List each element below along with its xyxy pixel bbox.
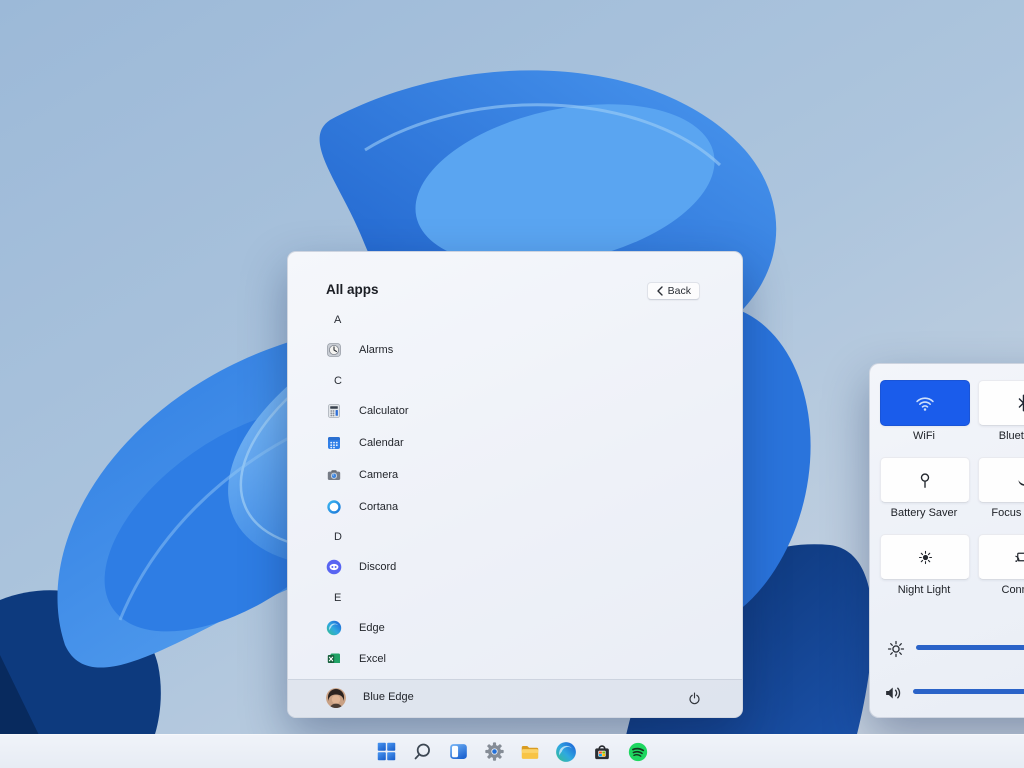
app-label: Excel: [359, 651, 386, 663]
app-row-alarms[interactable]: Alarms: [326, 342, 730, 358]
back-button[interactable]: Back: [647, 282, 700, 300]
section-letter[interactable]: C: [328, 373, 342, 389]
app-label: Camera: [359, 467, 398, 483]
discord-icon: [326, 559, 342, 575]
edge-icon: [555, 741, 577, 763]
night-light-icon: [917, 549, 934, 566]
store-icon: [591, 741, 613, 763]
night-light-tile[interactable]: [880, 534, 970, 580]
file-explorer-button[interactable]: [518, 739, 543, 764]
section-letter[interactable]: E: [328, 590, 341, 606]
user-avatar[interactable]: [326, 688, 346, 708]
app-label: Calculator: [359, 403, 409, 419]
cortana-icon: [326, 499, 342, 515]
store-button[interactable]: [590, 739, 615, 764]
bluetooth-tile[interactable]: [978, 380, 1024, 426]
app-row-discord[interactable]: Discord: [326, 559, 730, 575]
start-button[interactable]: [374, 739, 399, 764]
desktop: All apps Back A Alarms C: [0, 0, 1024, 768]
bluetooth-icon: [1017, 394, 1024, 412]
battery-saver-tile[interactable]: [880, 457, 970, 503]
task-view-button[interactable]: [446, 739, 471, 764]
start-menu-all-apps-panel: All apps Back A Alarms C: [287, 251, 743, 718]
focus-assist-label: Focus assist: [978, 507, 1024, 519]
brightness-icon: [884, 637, 908, 661]
night-light-label: Night Light: [880, 584, 968, 596]
wifi-label: WiFi: [880, 430, 968, 442]
power-button[interactable]: [684, 688, 704, 708]
focus-assist-tile[interactable]: [978, 457, 1024, 503]
brightness-slider[interactable]: [916, 645, 1024, 650]
user-name[interactable]: Blue Edge: [363, 691, 414, 703]
section-letter[interactable]: A: [328, 312, 341, 328]
section-letter[interactable]: D: [328, 529, 342, 545]
app-label: Discord: [359, 559, 396, 575]
settings-gear-icon: [484, 741, 505, 762]
alarms-icon: [326, 342, 342, 358]
app-label: Edge: [359, 620, 385, 636]
wifi-icon: [915, 395, 935, 412]
start-menu-footer: Blue Edge: [288, 679, 742, 717]
avatar-image: [326, 688, 346, 708]
spotify-button[interactable]: [626, 739, 651, 764]
calendar-icon: [326, 435, 342, 451]
settings-button[interactable]: [482, 739, 507, 764]
search-icon: [412, 741, 433, 762]
battery-saver-icon: [917, 471, 933, 489]
app-row-excel[interactable]: Excel: [326, 651, 730, 663]
spotify-icon: [627, 741, 649, 763]
file-explorer-icon: [519, 741, 541, 763]
connect-icon: [1014, 549, 1024, 565]
app-row-edge[interactable]: Edge: [326, 620, 730, 636]
connect-label: Connect: [978, 584, 1024, 596]
app-label: Alarms: [359, 342, 393, 358]
chevron-left-icon: [656, 286, 664, 296]
app-label: Cortana: [359, 499, 398, 515]
focus-assist-icon: [1015, 472, 1024, 489]
bluetooth-label: Bluetooth: [978, 430, 1024, 442]
app-row-cortana[interactable]: Cortana: [326, 499, 730, 515]
search-button[interactable]: [410, 739, 435, 764]
app-row-camera[interactable]: Camera: [326, 467, 730, 483]
app-label: Calendar: [359, 435, 404, 451]
wifi-tile[interactable]: [880, 380, 970, 426]
camera-icon: [326, 467, 342, 483]
excel-icon: [326, 651, 342, 663]
app-row-calculator[interactable]: Calculator: [326, 403, 730, 419]
power-icon: [687, 691, 702, 706]
back-button-label: Back: [668, 285, 691, 297]
quick-settings-panel: WiFi Bluetooth Battery Saver Focus assis…: [869, 363, 1024, 718]
task-view-icon: [448, 741, 469, 762]
all-apps-title: All apps: [326, 282, 379, 297]
connect-tile[interactable]: [978, 534, 1024, 580]
volume-slider[interactable]: [913, 689, 1024, 694]
calculator-icon: [326, 403, 342, 419]
start-icon: [376, 741, 397, 762]
edge-browser-button[interactable]: [554, 739, 579, 764]
app-row-calendar[interactable]: Calendar: [326, 435, 730, 451]
taskbar: [0, 734, 1024, 768]
volume-icon: [881, 681, 905, 705]
edge-icon: [326, 620, 342, 636]
battery-saver-label: Battery Saver: [880, 507, 968, 519]
all-apps-list: A Alarms C Calculat: [288, 308, 742, 663]
